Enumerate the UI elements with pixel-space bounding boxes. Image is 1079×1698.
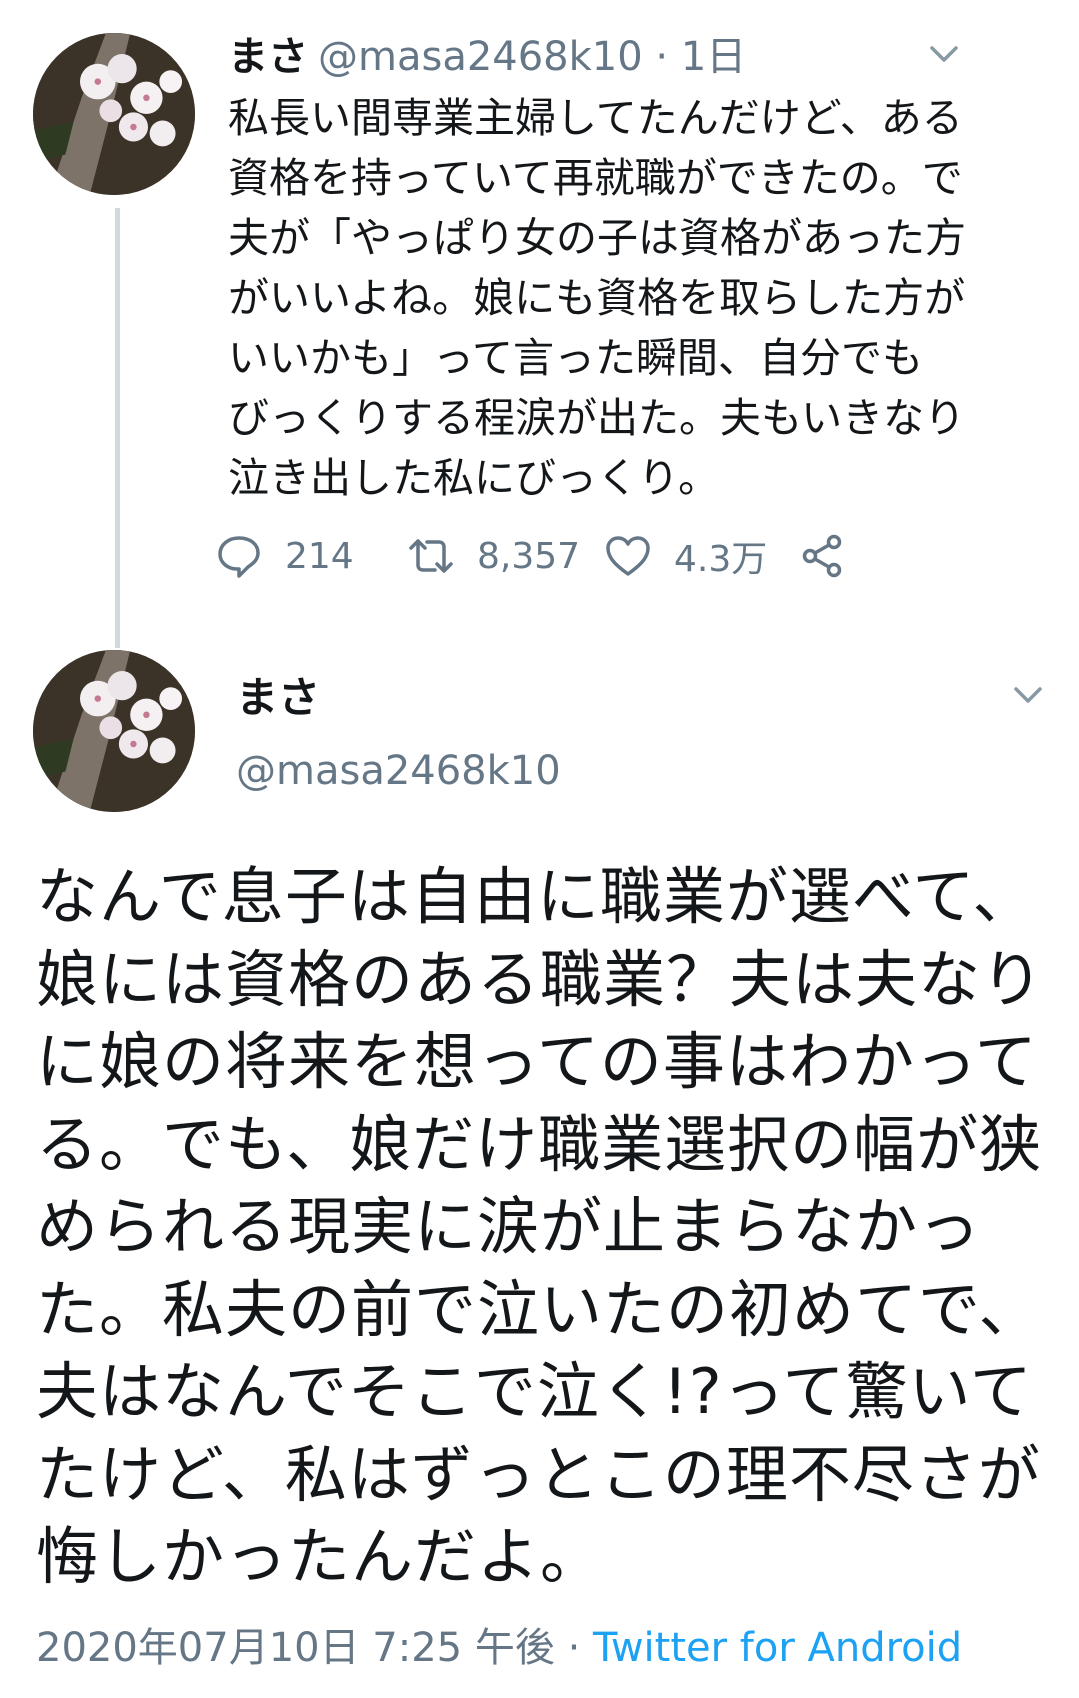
reply-button[interactable]: 214 (215, 528, 354, 584)
cherry-blossom-photo (33, 33, 195, 195)
tweet-text: なんで息子は自由に職業が選べて、 娘には資格のある職業？夫は夫なり に娘の将来を… (36, 860, 1045, 1593)
handle-and-time[interactable]: @masa2468k10 · 1日 (318, 34, 746, 80)
avatar[interactable] (33, 33, 195, 195)
timestamp[interactable]: 2020年07月10日 7:25 午後 (36, 1625, 555, 1671)
chevron-down-icon[interactable] (929, 44, 959, 64)
display-name[interactable]: まさ (228, 34, 308, 80)
reply-count: 214 (285, 535, 354, 577)
share-icon (802, 534, 842, 578)
avatar[interactable] (33, 650, 195, 812)
retweet-icon (409, 539, 453, 573)
tweet-timestamp-source: 2020年07月10日 7:25 午後 · Twitter for Androi… (36, 1618, 962, 1678)
reply-icon (218, 536, 260, 578)
thread-connector-line (115, 208, 120, 648)
retweet-count: 8,357 (477, 535, 581, 577)
source-link[interactable]: Twitter for Android (593, 1625, 962, 1671)
tweet-header: まさ @masa2468k10 · 1日 (228, 30, 746, 84)
tweet-text: 私長い間専業主婦してたんだけど、ある 資格を持っていて再就職ができたの。で 夫が… (228, 94, 966, 502)
display-name[interactable]: まさ (236, 670, 320, 726)
share-button[interactable] (798, 528, 868, 584)
separator: · (567, 1625, 581, 1671)
handle[interactable]: @masa2468k10 (236, 744, 561, 798)
like-button[interactable]: 4.3万 (604, 528, 767, 584)
chevron-down-icon[interactable] (1013, 685, 1043, 705)
heart-icon (606, 536, 650, 576)
cherry-blossom-photo (33, 650, 195, 812)
retweet-button[interactable]: 8,357 (407, 528, 580, 584)
like-count: 4.3万 (674, 539, 768, 580)
